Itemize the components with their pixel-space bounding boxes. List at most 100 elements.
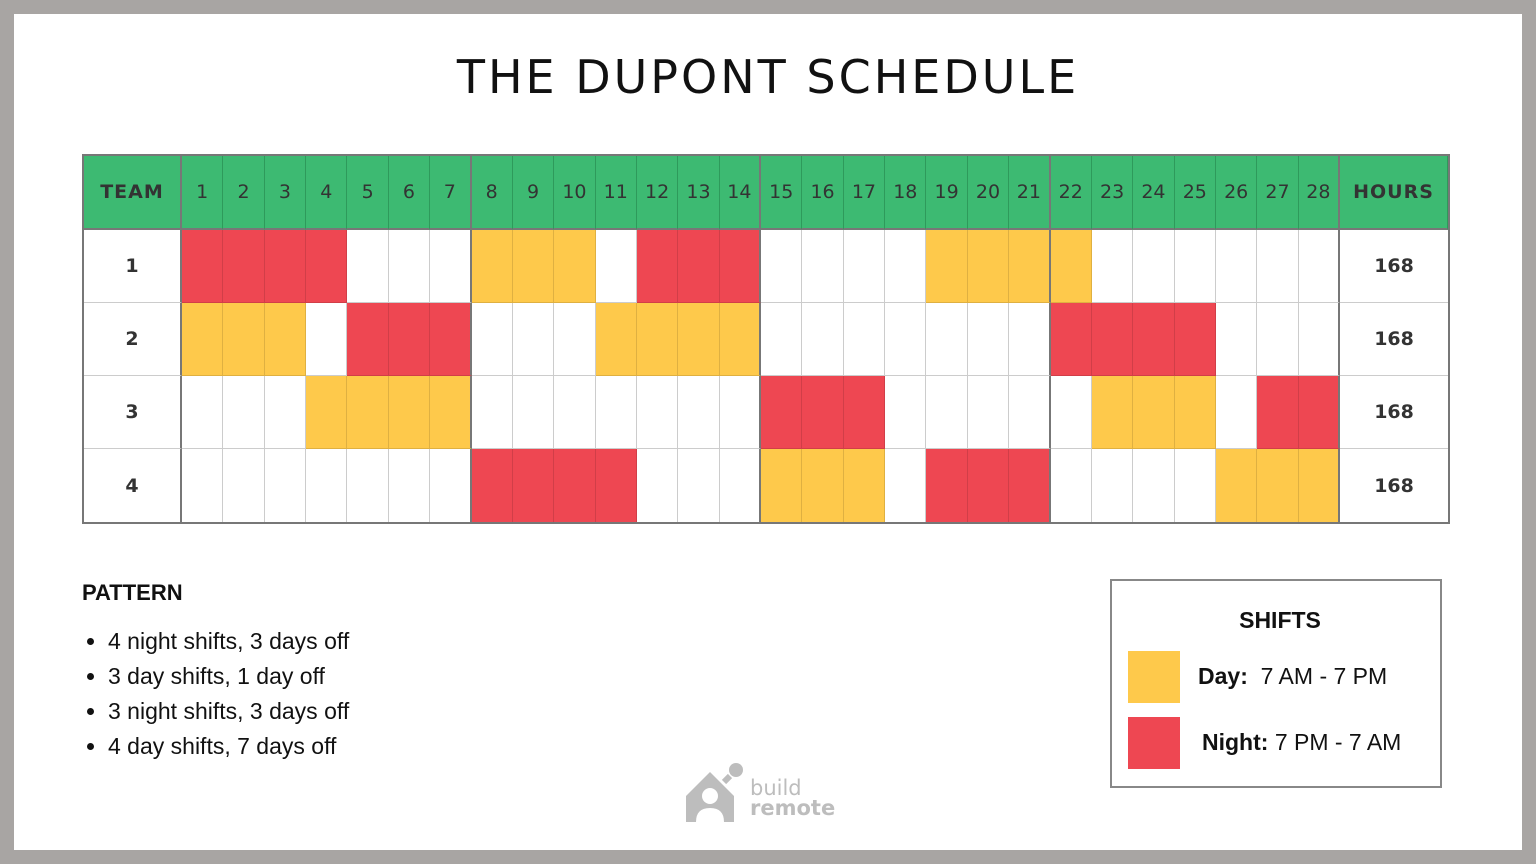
off-day-cell [223, 449, 265, 522]
buildremote-logo: build remote [684, 760, 854, 826]
day-header: 15 [761, 156, 803, 230]
team-number: 3 [84, 376, 182, 449]
logo-line2: remote [750, 796, 836, 820]
off-day-cell [637, 449, 679, 522]
off-day-cell [720, 449, 762, 522]
day-shift-cell [1257, 449, 1299, 522]
day-shift-cell [347, 376, 389, 449]
off-day-cell [1257, 303, 1299, 376]
day-header: 5 [347, 156, 389, 230]
day-header: 20 [967, 156, 1010, 230]
off-day-cell [1215, 303, 1258, 376]
off-day-cell [719, 376, 762, 449]
day-header: 24 [1133, 156, 1175, 230]
off-day-cell [1133, 230, 1175, 303]
off-day-cell [347, 449, 389, 522]
day-shift-cell [388, 376, 431, 449]
off-day-cell [306, 303, 348, 376]
night-shift-cell [223, 230, 265, 303]
day-shift-cell [967, 230, 1010, 303]
night-shift-cell [636, 230, 679, 303]
day-shift-cell [843, 449, 886, 522]
day-shift-cell [926, 230, 968, 303]
day-header: 16 [802, 156, 844, 230]
night-shift-cell [306, 230, 348, 303]
night-shift-cell [926, 449, 968, 522]
off-day-cell [306, 449, 348, 522]
night-shift-cell [430, 303, 472, 376]
day-header: 14 [719, 156, 762, 230]
off-day-cell [471, 303, 513, 376]
day-shift-cell [719, 303, 762, 376]
day-shift-cell [223, 303, 265, 376]
night-legend-text: Night: 7 PM - 7 AM [1202, 729, 1401, 756]
night-shift-cell [264, 230, 307, 303]
off-day-cell [182, 449, 224, 522]
pattern-item: 4 night shifts, 3 days off [108, 628, 349, 663]
night-shift-cell [761, 376, 803, 449]
off-day-cell [1215, 230, 1258, 303]
hours-value: 168 [1340, 230, 1448, 303]
off-day-cell [1215, 376, 1258, 449]
hours-value: 168 [1340, 376, 1448, 449]
night-shift-cell [1050, 303, 1092, 376]
off-day-cell [636, 376, 679, 449]
day-legend-text: Day: 7 AM - 7 PM [1198, 663, 1387, 690]
off-day-cell [678, 376, 720, 449]
off-day-cell [1009, 303, 1051, 376]
team-number: 1 [84, 230, 182, 303]
off-day-cell [802, 303, 844, 376]
day-header: 11 [595, 156, 637, 230]
pattern-item: 3 day shifts, 1 day off [108, 663, 349, 698]
pattern-item: 3 night shifts, 3 days off [108, 698, 349, 733]
day-shift-cell [1009, 230, 1051, 303]
day-header: 3 [264, 156, 307, 230]
off-day-cell [843, 230, 886, 303]
night-label: Night: [1202, 729, 1269, 755]
off-day-cell [1051, 449, 1092, 522]
day-header: 2 [223, 156, 265, 230]
off-day-cell [554, 376, 596, 449]
night-shift-cell [802, 376, 844, 449]
day-shift-cell [182, 303, 224, 376]
day-shift-cell [1050, 230, 1092, 303]
day-shift-cell [636, 303, 679, 376]
hours-value: 168 [1374, 474, 1414, 497]
day-shift-cell [306, 376, 348, 449]
day-header: 27 [1257, 156, 1299, 230]
night-shift-cell [1133, 303, 1175, 376]
off-day-cell [1174, 230, 1216, 303]
pattern-title: PATTERN [82, 580, 183, 605]
day-shift-cell [802, 449, 844, 522]
day-header: 1 [182, 156, 224, 230]
day-shift-cell [1174, 376, 1216, 449]
night-shift-cell [719, 230, 762, 303]
day-header: 4 [306, 156, 348, 230]
team-number: 2 [84, 303, 182, 376]
off-day-cell [1298, 230, 1341, 303]
off-day-cell [264, 376, 307, 449]
off-day-cell [761, 230, 803, 303]
day-shift-cell [264, 303, 307, 376]
day-header: 26 [1215, 156, 1258, 230]
off-day-cell [885, 303, 927, 376]
day-label: Day: [1198, 663, 1248, 689]
off-day-cell [1050, 376, 1092, 449]
off-day-cell [802, 230, 844, 303]
off-day-cell [554, 303, 596, 376]
day-shift-cell [1298, 449, 1341, 522]
night-shift-cell [471, 449, 513, 522]
off-day-cell [512, 376, 555, 449]
off-day-cell [1175, 449, 1216, 522]
off-day-cell [182, 376, 224, 449]
off-day-cell [430, 230, 472, 303]
off-day-cell [595, 230, 637, 303]
night-shift-cell [1298, 376, 1341, 449]
day-shift-cell [1215, 449, 1258, 522]
night-shift-cell [347, 303, 389, 376]
off-day-cell [967, 376, 1010, 449]
off-day-cell [347, 230, 389, 303]
night-shift-cell [388, 303, 431, 376]
off-day-cell [1009, 376, 1051, 449]
night-time: 7 PM - 7 AM [1274, 729, 1402, 755]
